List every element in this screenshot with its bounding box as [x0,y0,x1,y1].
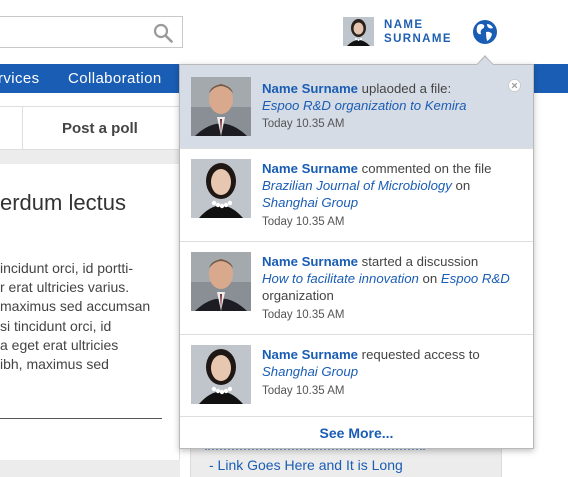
nav-item-services[interactable]: rvices [0,70,40,87]
user-name-first: NAME [384,19,424,31]
divider [22,107,23,151]
group-link[interactable]: Shanghai Group [262,364,358,379]
content-gutter [0,150,185,164]
post-poll-button[interactable]: Post a poll [62,120,138,137]
article-line: si tincidunt orci, id [0,317,112,334]
article-title: erdum lectus [0,190,126,215]
discussion-link[interactable]: How to facilitate innovation [262,271,419,286]
notification-time: Today 10.35 AM [262,118,345,130]
user-link[interactable]: Name Surname [262,81,358,96]
nav-item-collaboration[interactable]: Collaboration [68,70,162,87]
file-link[interactable]: Brazilian Journal of Microbiology [262,178,452,193]
user-name-last: SURNAME [384,33,452,45]
notification-text: Name Surname requested access to Shangha… [262,346,524,380]
article-line: incidunt orci, id portti- [0,260,134,276]
globe-icon[interactable] [472,19,498,45]
notification-action: started a discussion [358,254,479,269]
notification-time: Today 10.35 AM [262,309,345,321]
notification-text: Name Surname commented on the file Brazi… [262,160,524,211]
post-actions-bar: Post a poll [0,106,185,151]
content-gutter-bottom [0,460,180,477]
article-divider [0,418,162,419]
search-icon[interactable] [153,23,173,43]
user-avatar[interactable] [343,17,374,46]
user-name-link[interactable]: NAME SURNAME [384,18,464,46]
notification-action: commented on the file [358,161,492,176]
popup-arrow-inner [477,57,493,65]
sidebar-link[interactable]: - Link Goes Here and It is Long [209,457,403,473]
notification-action: requested access to [358,347,480,362]
notification-time: Today 10.35 AM [262,216,345,228]
notification-item[interactable]: Name Surname commented on the file Brazi… [180,149,533,242]
user-link[interactable]: Name Surname [262,347,358,362]
tail-text: organization [262,288,334,303]
group-link[interactable]: Shanghai Group [262,195,358,210]
article-line: a eget erat ultricies [0,336,119,353]
avatar [191,252,251,311]
article-line: ibh, maximus sed [0,356,109,373]
notification-action: uplaoded a file: [358,81,452,96]
connector-text: on [418,271,441,286]
avatar [191,159,251,218]
user-link[interactable]: Name Surname [262,161,358,176]
see-more-link[interactable]: See More... [180,425,533,441]
avatar [191,77,251,136]
notification-item[interactable]: Name Surname started a discussion How to… [180,242,533,335]
close-icon[interactable] [508,79,521,92]
article-body: incidunt orci, id portti- r erat ultrici… [0,259,175,374]
article-line: r erat ultricies varius. [0,279,130,296]
article-line: maximus sed accumsan [0,298,151,315]
notification-item[interactable]: Name Surname requested access to Shangha… [180,335,533,417]
avatar [191,345,251,404]
file-link[interactable]: Espoo R&D organization to Kemira [262,98,467,113]
notification-item[interactable]: Name Surname uplaoded a file: Espoo R&D … [180,65,533,149]
search-input[interactable] [0,16,183,48]
notifications-popup: Name Surname uplaoded a file: Espoo R&D … [179,64,534,449]
user-link[interactable]: Name Surname [262,254,358,269]
notification-text: Name Surname uplaoded a file: Espoo R&D … [262,80,524,114]
connector-text: on [451,178,471,193]
notification-text: Name Surname started a discussion How to… [262,253,524,304]
notification-time: Today 10.35 AM [262,385,345,397]
group-link[interactable]: Espoo R&D [441,271,510,286]
